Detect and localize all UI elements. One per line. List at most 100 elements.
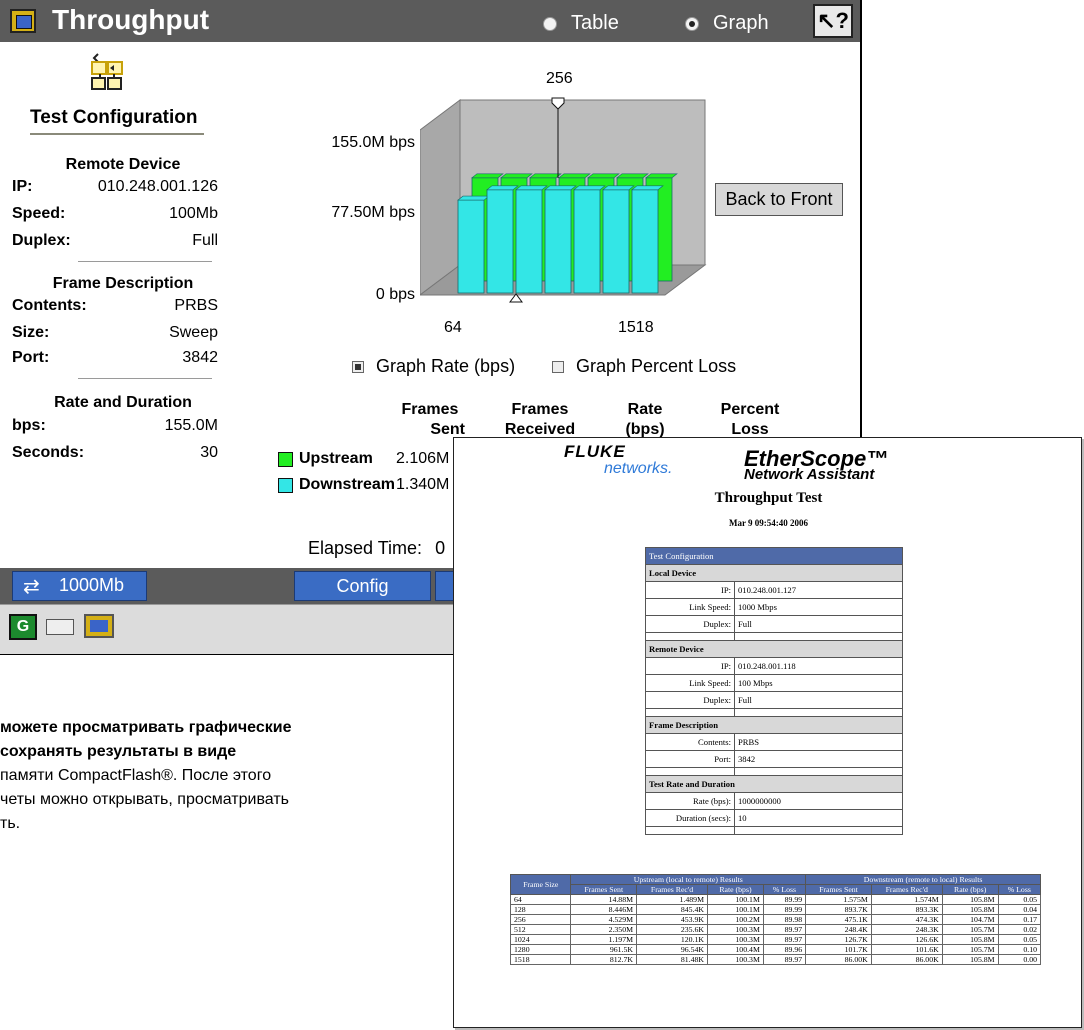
table-cell: 893.3K [870,904,943,915]
back-to-front-button[interactable]: Back to Front [715,183,843,216]
rate-duration-heading: Rate and Duration [54,394,192,411]
table-cell: 105.8M [941,934,999,945]
table-cell: 64 [509,894,572,905]
table-cell: 1280 [509,944,572,955]
frame-description-heading: Frame Description [52,275,194,292]
table-cell: 1.575M [805,894,872,905]
table-cell: 100.2M [707,914,764,925]
table-cell: 248.3K [870,924,943,935]
table-cell: 475.1K [805,914,872,925]
table-cell: 89.97 [762,954,807,965]
table-cell: 100.1M [707,904,764,915]
help-pointer-icon[interactable]: ↖? [813,4,853,38]
local-device-heading: Local Device [645,564,903,582]
table-row: 1024 1.197M 120.1K 100.3M 89.97 126.7K 126.6K 1… [509,934,1042,945]
table-cell: 235.6K [636,924,709,935]
table-cell: 101.6K [870,944,943,955]
remote-device-heading: Remote Device [645,640,903,658]
table-cell: 126.6K [870,934,943,945]
fluke-networks-logo: FLUKE networks. [564,442,704,482]
cell: Duplex: [645,691,735,709]
table-cell: 893.7K [805,904,872,915]
cell: 1000 Mbps [734,598,903,616]
next-button[interactable] [435,571,455,601]
caption-line: сохранять результаты в виде [0,743,237,760]
table-cell: 86.00K [870,954,943,965]
table-cell: 1.574M [870,894,943,905]
sub-header: Frames Rec'd [870,884,943,895]
upstream-swatch [278,451,293,467]
table-cell: 96.54K [636,944,709,955]
bar-top-upstream-1280 [616,173,649,179]
table-row: 256 4.529M 453.9K 100.2M 89.98 475.1K 474.3K 10… [509,914,1042,925]
bar-top-upstream-128 [500,173,533,179]
duplex-label: Duplex: [12,232,71,249]
checkbox-unchecked-icon [552,360,564,373]
table-cell: 89.99 [762,894,807,905]
start-icon[interactable]: G [9,614,37,640]
product-subtitle: Network Assistant [744,466,875,483]
table-cell: 81.48K [636,954,709,965]
fluke-wordmark: FLUKE [564,442,626,461]
table-row: 128 8.446M 845.4K 100.1M 89.99 893.7K 893.3K 10… [509,904,1042,915]
test-configuration-title: Test Configuration [30,107,198,128]
view-table-label: Table [571,12,619,34]
window-title: Throughput [52,4,210,35]
cell: IP: [645,657,735,675]
bar-downstream-128 [486,189,514,294]
view-table-radio[interactable]: Table [543,12,619,35]
col-frames-sent-line1: Frames [401,401,459,418]
frame-description-heading: Frame Description [645,716,903,734]
bar-top-upstream-512 [558,173,591,179]
table-cell: 105.8M [941,954,999,965]
cell: Duration (secs): [645,809,735,827]
table-cell: 89.98 [762,914,807,925]
elapsed-time: Elapsed Time: 0 [308,538,445,559]
col-rate: Rate (bps) [615,400,675,440]
caption-line: памяти CompactFlash®. После этого [0,767,272,784]
table-cell: 86.00K [805,954,872,965]
report-results-table: Frame Size Upstream (local to remote) Re… [509,874,1042,965]
view-graph-radio[interactable]: Graph [685,12,769,35]
graph-percent-loss-checkbox[interactable]: Graph Percent Loss [552,356,736,377]
sub-header: % Loss [762,884,807,895]
y-tick-label: 155.0M bps [331,134,415,151]
x-tick-label: 64 [444,319,462,336]
table-cell: 1.489M [636,894,709,905]
rate-duration-heading: Test Rate and Duration [645,775,903,793]
graph-rate-checkbox[interactable]: Graph Rate (bps) [352,356,515,377]
cell: Full [734,615,903,633]
port-value: 3842 [182,349,218,366]
table-cell: 453.9K [636,914,709,925]
table-cell: 1518 [509,954,572,965]
swap-arrows-icon: ⇄ [23,576,40,598]
table-cell: 100.4M [707,944,764,955]
graph-percent-loss-label: Graph Percent Loss [576,356,737,376]
table-cell: 845.4K [636,904,709,915]
cell: Port: [645,750,735,768]
report-date: Mar 9 09:54:40 2006 [728,518,809,528]
radio-dot-icon [543,16,557,31]
table-cell: 100.3M [707,924,764,935]
link-speed-button[interactable]: ⇄ 1000Mb [12,571,147,601]
contents-value: PRBS [174,297,218,314]
networks-wordmark: networks. [604,460,673,477]
upstream-frames-sent: 2.106M [396,450,450,467]
cell: Duplex: [645,615,735,633]
cell: 010.248.001.118 [734,657,903,675]
app-window-icon[interactable] [10,9,36,33]
cell: 10 [734,809,903,827]
table-cell: 512 [509,924,572,935]
table-cell: 105.8M [941,904,999,915]
table-cell: 126.7K [805,934,872,945]
throughput-3d-chart [420,97,707,303]
bar-downstream-1280 [602,189,630,294]
table-cell: 89.97 [762,924,807,935]
contents-label: Contents: [12,297,87,314]
window-switch-icon[interactable] [84,614,114,638]
bar-top-downstream-128 [486,185,519,191]
keyboard-icon[interactable] [46,619,74,635]
chart-left-wall [420,99,461,296]
config-button[interactable]: Config [294,571,431,601]
bar-top-downstream-64 [457,195,490,201]
